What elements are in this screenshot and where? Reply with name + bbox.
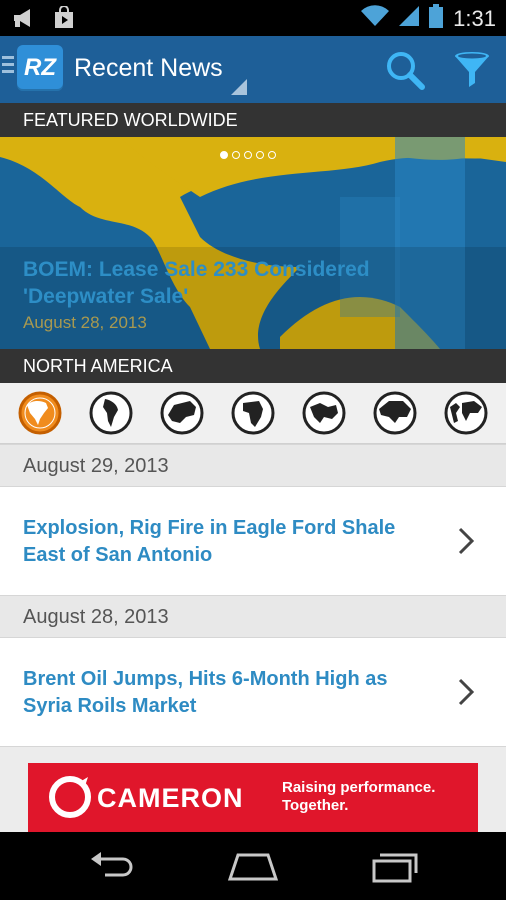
page-title[interactable]: Recent News xyxy=(74,54,223,83)
carousel-page-indicator xyxy=(220,151,276,159)
page-dot xyxy=(244,151,252,159)
cameron-logo-icon xyxy=(48,775,92,819)
region-selector xyxy=(0,383,506,444)
north-america-globe-icon[interactable] xyxy=(18,391,62,435)
ad-tagline: Raising performance. Together. xyxy=(282,779,436,814)
drawer-indicator-icon[interactable] xyxy=(2,56,14,77)
signal-icon xyxy=(399,5,420,32)
status-bar: 1:31 xyxy=(0,0,506,36)
featured-section-header: FEATURED WORLDWIDE xyxy=(0,103,506,137)
news-list-item[interactable]: Explosion, Rig Fire in Eagle Ford Shale … xyxy=(0,488,506,594)
asia-globe-icon[interactable] xyxy=(373,391,417,435)
chevron-right-icon[interactable] xyxy=(456,677,476,707)
news-date-header: August 28, 2013 xyxy=(0,595,506,638)
chevron-right-icon[interactable] xyxy=(456,526,476,556)
featured-carousel[interactable]: BOEM: Lease Sale 233 Considered 'Deepwat… xyxy=(0,137,506,349)
europe-globe-icon[interactable] xyxy=(160,391,204,435)
page-dot xyxy=(268,151,276,159)
news-title[interactable]: Explosion, Rig Fire in Eagle Ford Shale … xyxy=(23,515,433,569)
news-date-header: August 29, 2013 xyxy=(0,444,506,487)
ad-area: CAMERON Raising performance. Together. xyxy=(0,746,506,833)
megaphone-icon xyxy=(12,7,38,34)
filter-icon[interactable] xyxy=(452,50,492,90)
action-bar: RZ Recent News xyxy=(0,36,506,103)
news-title[interactable]: Brent Oil Jumps, Hits 6-Month High as Sy… xyxy=(23,666,433,720)
recent-apps-icon[interactable] xyxy=(368,849,422,883)
world-globe-icon[interactable] xyxy=(444,391,488,435)
ad-brand: CAMERON xyxy=(97,783,244,813)
featured-article-title[interactable]: BOEM: Lease Sale 233 Considered 'Deepwat… xyxy=(23,256,423,310)
wifi-icon xyxy=(361,5,390,32)
featured-article-date: August 28, 2013 xyxy=(23,313,147,332)
dropdown-caret-icon[interactable] xyxy=(231,79,247,95)
home-icon[interactable] xyxy=(226,849,280,883)
play-store-icon xyxy=(52,5,76,35)
back-icon[interactable] xyxy=(85,849,139,883)
middle-east-globe-icon[interactable] xyxy=(302,391,346,435)
region-section-header: NORTH AMERICA xyxy=(0,349,506,383)
ad-banner[interactable]: CAMERON Raising performance. Together. xyxy=(28,763,478,833)
battery-icon xyxy=(429,4,444,33)
page-dot xyxy=(256,151,264,159)
south-america-globe-icon[interactable] xyxy=(89,391,133,435)
navigation-bar xyxy=(0,832,506,900)
news-list-item[interactable]: Brent Oil Jumps, Hits 6-Month High as Sy… xyxy=(0,639,506,745)
page-dot xyxy=(232,151,240,159)
app-logo[interactable]: RZ xyxy=(17,45,63,91)
page-dot xyxy=(220,151,228,159)
clock: 1:31 xyxy=(453,5,496,31)
africa-globe-icon[interactable] xyxy=(231,391,275,435)
search-icon[interactable] xyxy=(385,50,425,90)
